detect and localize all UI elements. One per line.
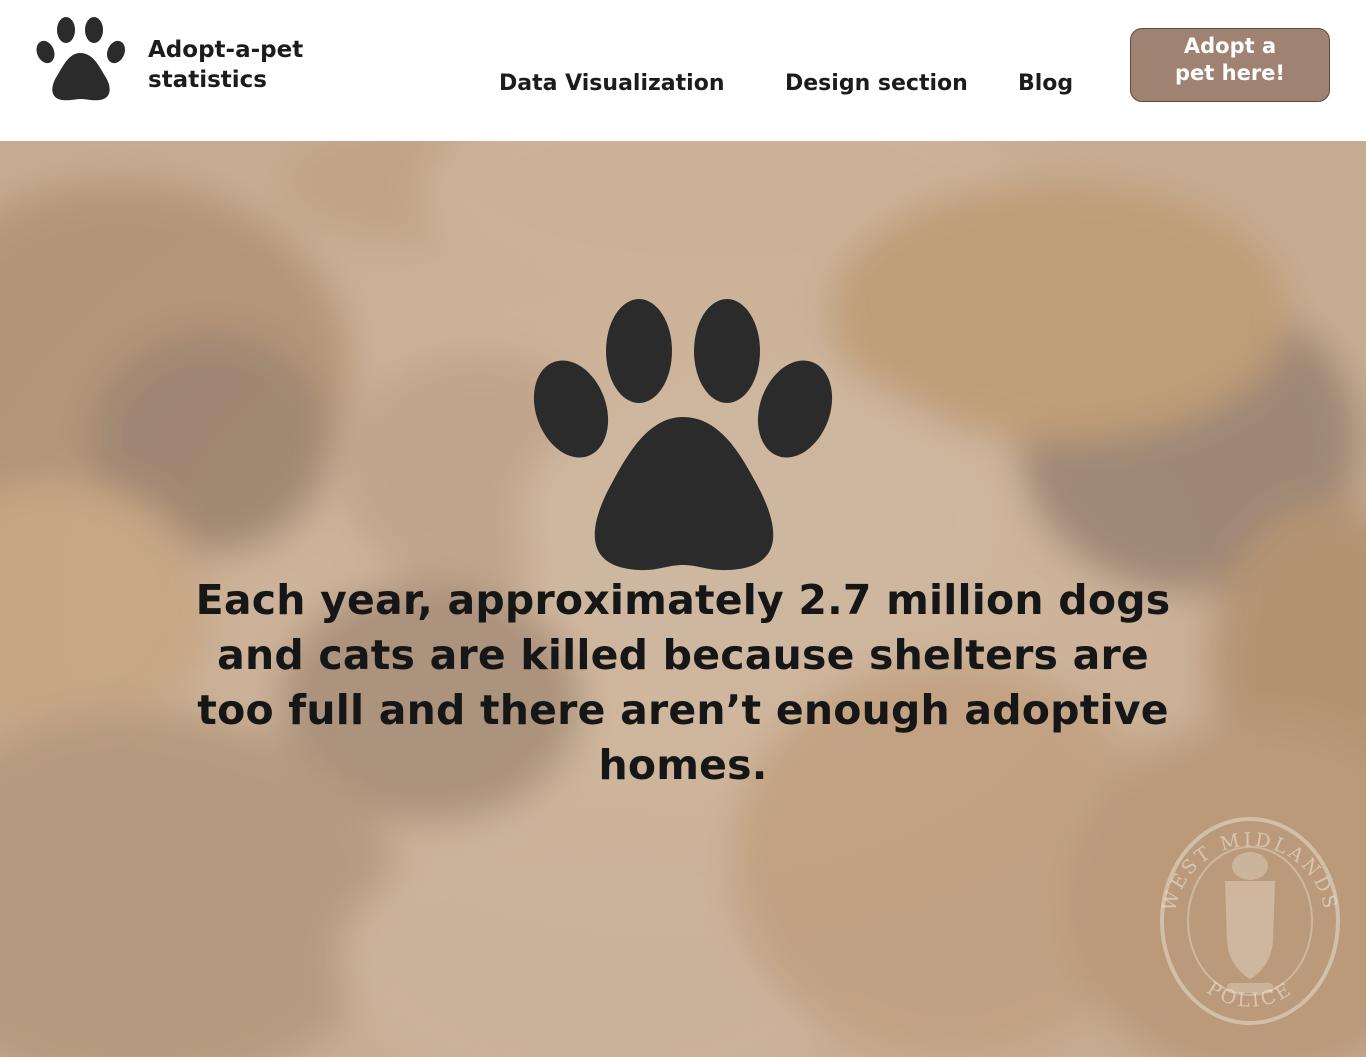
paw-print-icon <box>533 299 833 571</box>
svg-text:POLICE: POLICE <box>1203 977 1297 1012</box>
watermark-bottom-text: POLICE <box>1203 977 1294 1012</box>
west-midlands-police-watermark: WEST MIDLANDS POLICE <box>1158 817 1340 1025</box>
brand-line-1: Adopt-a-pet <box>148 37 304 63</box>
nav-design-section[interactable]: Design section <box>785 69 968 99</box>
site-header: Adopt-a-pet statistics Data Visualizatio… <box>0 0 1366 141</box>
brand-title[interactable]: Adopt-a-pet statistics <box>148 35 303 95</box>
adopt-pet-button[interactable]: Adopt a pet here! <box>1130 28 1330 102</box>
nav-data-visualization[interactable]: Data Visualization <box>499 69 724 99</box>
nav-blog[interactable]: Blog <box>1018 69 1073 99</box>
adopt-pet-button-line-2: pet here! <box>1175 61 1285 85</box>
adopt-pet-button-line-1: Adopt a <box>1183 34 1277 58</box>
hero-statement: Each year, approximately 2.7 million dog… <box>195 576 1171 789</box>
brand-line-2: statistics <box>148 67 267 93</box>
paw-print-icon[interactable] <box>36 16 128 102</box>
hero-section: Each year, approximately 2.7 million dog… <box>0 141 1366 1057</box>
